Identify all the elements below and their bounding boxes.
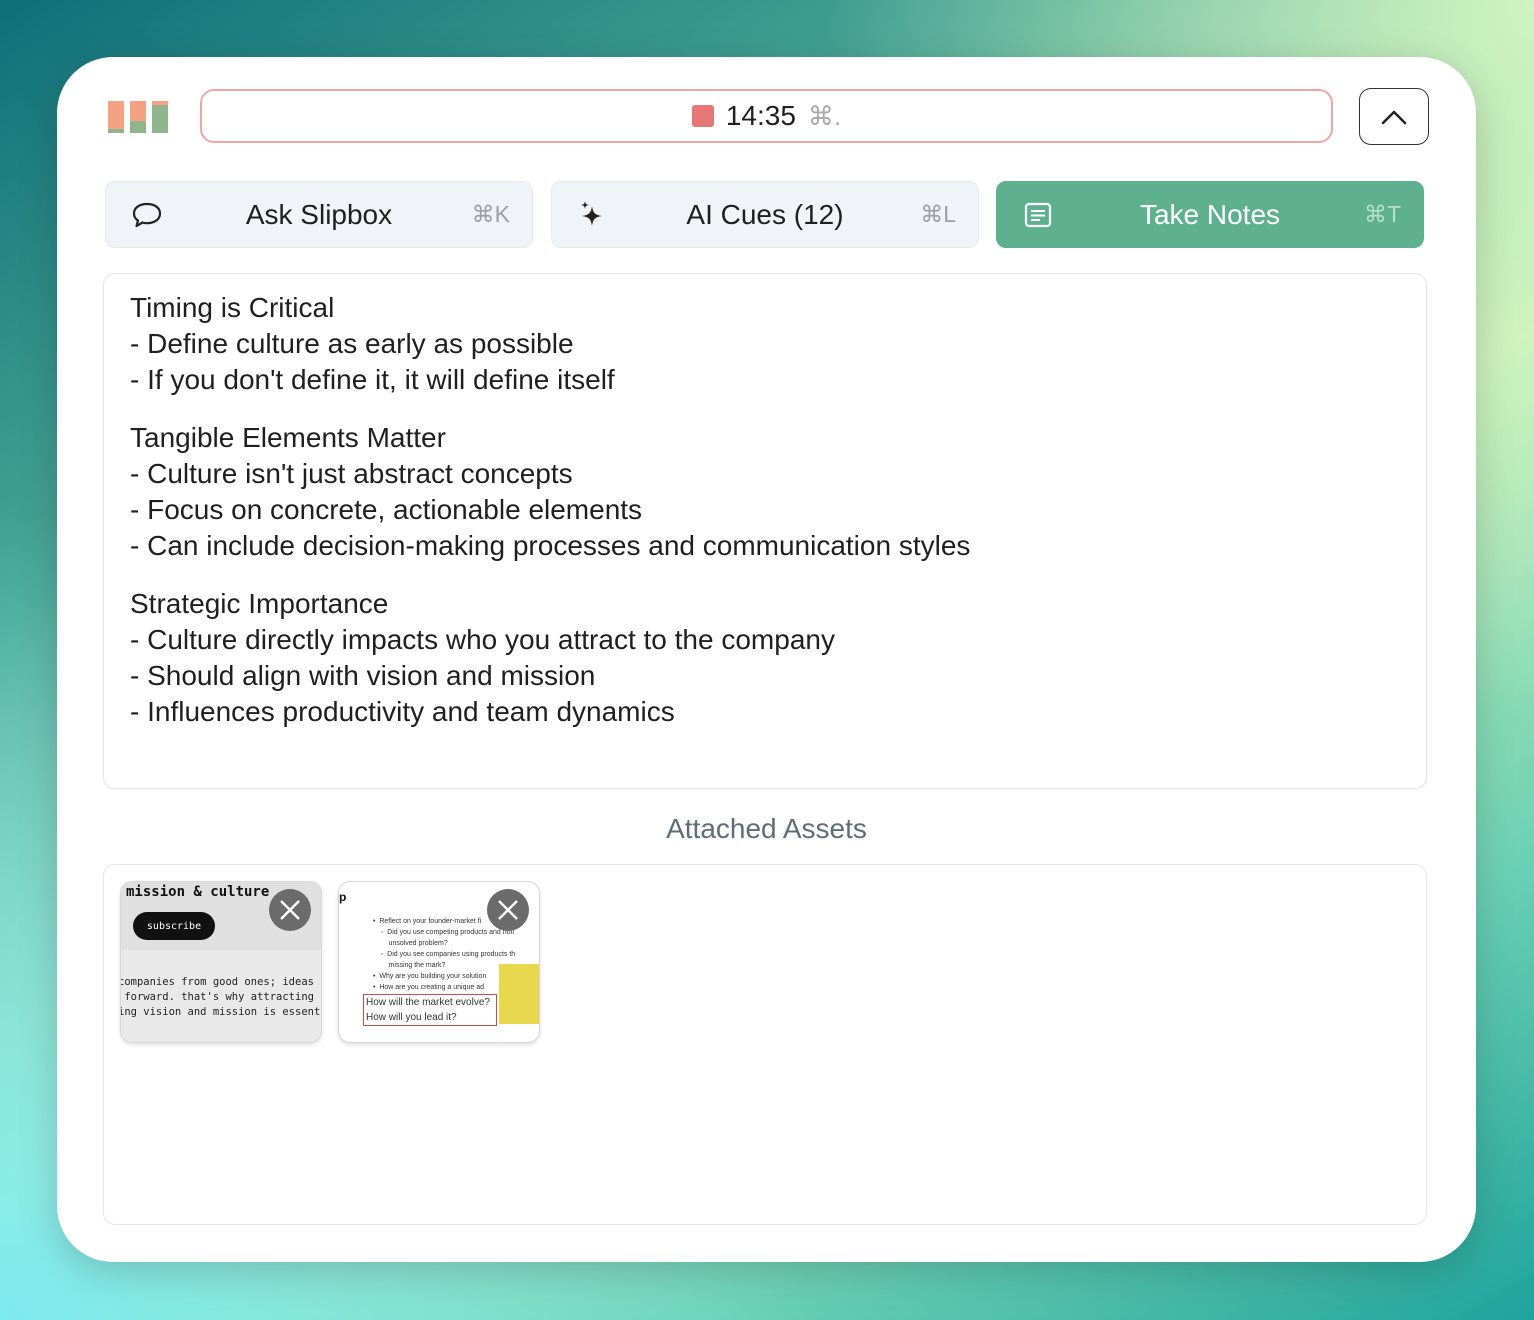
chevron-up-icon [1381,110,1407,124]
sticky-note [499,964,539,1024]
thumbnail-highlight: How will the market evolve? How will you… [363,994,497,1026]
note-line: - Culture directly impacts who you attra… [130,624,835,655]
note-heading: Strategic Importance [130,588,389,619]
attached-assets-title: Attached Assets [666,813,867,844]
stop-recording-icon[interactable] [691,105,714,127]
note-line: - Should align with vision and mission [130,660,596,691]
note-line: - Define culture as early as possible [130,328,574,359]
tab-ask-slipbox[interactable]: Ask Slipbox ⌘K [105,181,533,248]
note-line: - Focus on concrete, actionable elements [130,494,643,525]
app-logo [108,101,170,133]
asset-thumbnail[interactable]: mission & culture subscribe companies fr… [120,881,322,1043]
note-line: - Culture isn't just abstract concepts [130,458,573,489]
note-line: - If you don't define it, it will define… [130,364,615,395]
close-icon [280,900,300,920]
thumbnail-body: • Reflect on your founder-market fi ◦ Di… [373,918,516,991]
recording-timer-bar[interactable]: 14:35 ⌘. [200,89,1333,143]
note-heading: Tangible Elements Matter [130,422,446,453]
close-icon [498,900,518,920]
tab-label: Ask Slipbox [245,198,393,230]
thumbnail-body: companies from good ones; ideas forward.… [120,976,321,1018]
collapse-button[interactable] [1359,88,1429,145]
timer-time: 14:35 [725,100,796,131]
remove-asset-button[interactable] [269,889,311,931]
note-line: - Can include decision-making processes … [130,530,971,561]
tab-shortcut: ⌘T [1363,201,1401,227]
tab-shortcut: ⌘K [471,201,510,227]
note-heading: Timing is Critical [130,292,335,323]
tab-ai-cues[interactable]: AI Cues (12) ⌘L [551,181,979,248]
app-window: 14:35 ⌘. Ask Slipbox ⌘K AI Cues (12) ⌘L … [57,57,1476,1262]
tab-label: Take Notes [1139,198,1281,230]
notes-editor[interactable]: Timing is Critical - Define culture as e… [103,273,1427,789]
remove-asset-button[interactable] [487,889,529,931]
thumbnail-subscribe-label: subscribe [133,912,215,940]
attached-assets-panel: mission & culture subscribe companies fr… [103,864,1427,1225]
tab-shortcut: ⌘L [920,201,956,227]
timer-shortcut: ⌘. [807,100,842,131]
thumbnail-heading: mission & culture [126,884,270,900]
thumbnail-marker: p [339,890,347,904]
tab-label: AI Cues (12) [686,198,844,230]
note-line: - Influences productivity and team dynam… [130,696,675,727]
tab-take-notes[interactable]: Take Notes ⌘T [996,181,1424,248]
asset-thumbnail[interactable]: p • Reflect on your founder-market fi ◦ … [338,881,540,1043]
